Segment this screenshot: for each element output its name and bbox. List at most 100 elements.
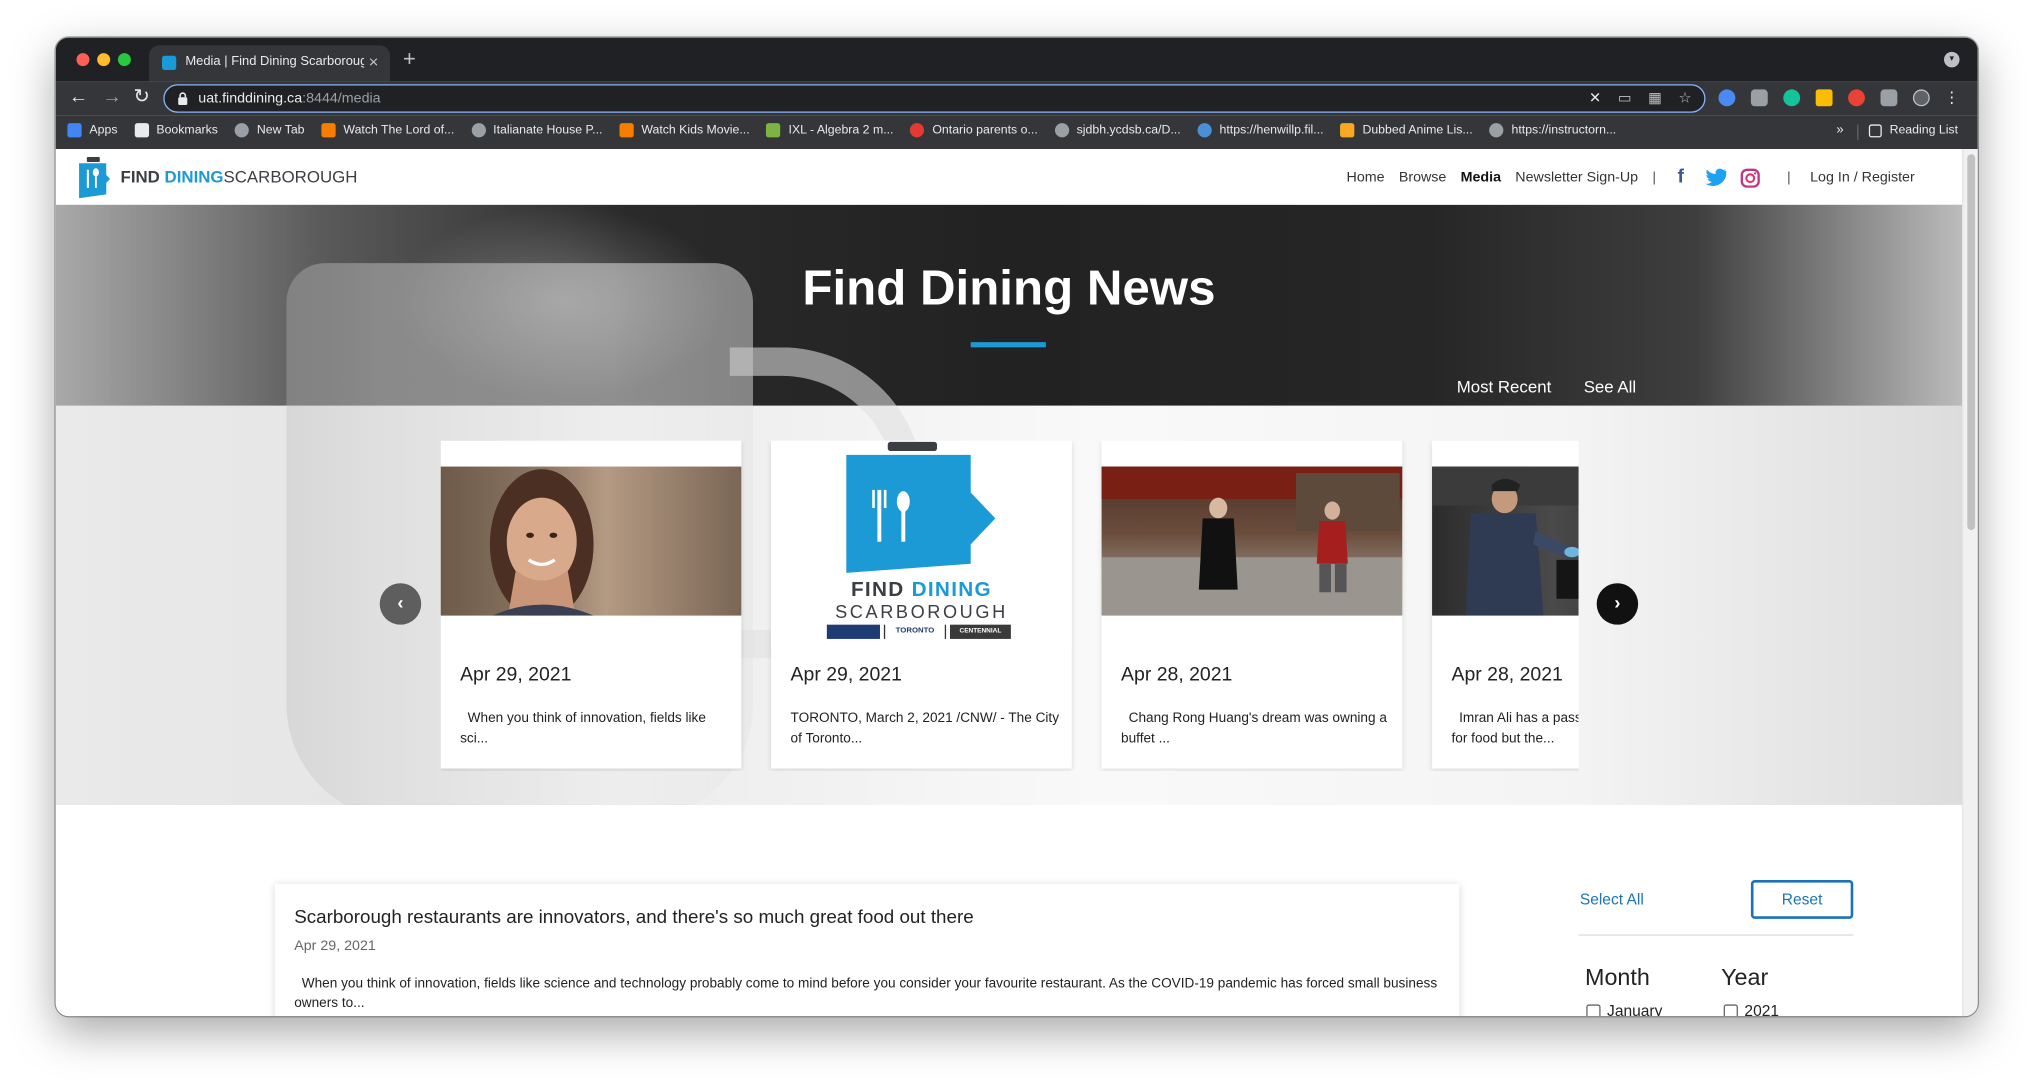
card-image (1432, 466, 1579, 616)
scrollbar-thumb[interactable] (1967, 154, 1976, 531)
carousel-prev-button[interactable]: ‹ (379, 583, 422, 625)
article-card[interactable]: Scarborough restaurants are innovators, … (274, 883, 1460, 1017)
site-logo-text[interactable]: FIND DININGSCARBOROUGH (121, 167, 358, 186)
month-january-checkbox[interactable] (1586, 1004, 1601, 1017)
logo-line-1: FIND DINING (771, 579, 1072, 602)
news-card[interactable]: Apr 28, 2021 Chang Rong Huang's dream wa… (1101, 440, 1403, 769)
address-bar[interactable]: uat.finddining.ca:8444/media ✕ ▭ ▦ ☆ (163, 84, 1706, 113)
site-header: FIND DININGSCARBOROUGH Home Browse Media… (55, 149, 1963, 205)
omnibox-actions: ✕ ▭ ▦ ☆ (1589, 89, 1691, 110)
year-2021-checkbox[interactable] (1723, 1004, 1738, 1017)
bookmark-item[interactable]: Apps (67, 123, 117, 138)
restaurant-owners-photo (1101, 466, 1403, 616)
nav-home[interactable]: Home (1347, 170, 1385, 186)
portrait-photo (489, 469, 594, 616)
bookmark-item[interactable]: Watch Kids Movie... (619, 123, 750, 138)
bookmark-label: Dubbed Anime Lis... (1362, 123, 1473, 138)
bookmark-item[interactable]: Bookmarks (134, 123, 218, 138)
bookmark-item[interactable]: Ontario parents o... (910, 123, 1038, 138)
select-all-link[interactable]: Select All (1580, 890, 1644, 908)
tab-strip: Media | Find Dining Scarborough × + ▾ (55, 37, 1978, 82)
news-card[interactable]: Apr 29, 2021 When you think of innovatio… (440, 440, 742, 769)
bookmark-item[interactable]: Italianate House P... (471, 123, 603, 138)
logo-dining: DINING (164, 167, 224, 187)
browser-menu-icon[interactable]: ⋮ (1944, 89, 1960, 105)
most-recent-link[interactable]: Most Recent (1457, 377, 1552, 396)
cast-icon[interactable]: ▭ (1618, 89, 1631, 110)
news-card[interactable]: Apr 28, 2021 Imran Ali has a passion for… (1432, 440, 1579, 769)
nav-media[interactable]: Media (1461, 170, 1501, 186)
see-all-link[interactable]: See All (1584, 377, 1636, 396)
nav-browse[interactable]: Browse (1399, 170, 1447, 186)
extension-search-icon[interactable] (1718, 89, 1736, 107)
back-button[interactable]: ← (69, 86, 88, 109)
extension-grammarly-icon[interactable] (1783, 89, 1801, 107)
card-date: Apr 28, 2021 (1121, 663, 1233, 686)
browser-window: Media | Find Dining Scarborough × + ▾ ← … (55, 37, 1978, 1017)
hero-banner: Find Dining News Most Recent See All ‹ › (55, 204, 1963, 805)
active-tab[interactable]: Media | Find Dining Scarborough × (149, 45, 391, 82)
globe-icon (1054, 123, 1069, 138)
globe-icon (471, 123, 486, 138)
close-window-button[interactable] (76, 53, 90, 67)
article-title[interactable]: Scarborough restaurants are innovators, … (294, 907, 973, 928)
extensions-puzzle-icon[interactable] (1880, 89, 1898, 107)
lock-icon (178, 92, 188, 105)
bookmark-item[interactable]: Dubbed Anime Lis... (1340, 123, 1473, 138)
facebook-icon[interactable]: f (1670, 167, 1691, 188)
bookmark-item[interactable]: IXL - Algebra 2 m... (766, 123, 893, 138)
bookmark-item[interactable]: Watch The Lord of... (321, 123, 454, 138)
year-heading: Year (1721, 964, 1769, 991)
card-excerpt: Imran Ali has a passion for food but the… (1451, 710, 1579, 747)
page-title: Find Dining News (802, 261, 1216, 317)
profile-avatar[interactable] (1912, 89, 1930, 107)
bookmarks-divider (1857, 124, 1859, 140)
reading-list-label: Reading List (1889, 123, 1959, 138)
bookmark-label: Italianate House P... (493, 123, 603, 138)
new-tab-button[interactable]: + (403, 47, 416, 73)
extensions-bar (1718, 89, 1930, 107)
nav-login-register[interactable]: Log In / Register (1810, 170, 1915, 186)
reload-button[interactable]: ↻ (133, 86, 149, 109)
find-dining-logo-icon[interactable] (76, 156, 111, 199)
folder-icon (1340, 123, 1355, 138)
carousel-next-button[interactable]: › (1596, 583, 1639, 625)
nav-newsletter[interactable]: Newsletter Sign-Up (1515, 170, 1638, 186)
extension-camera-icon[interactable] (1750, 89, 1768, 107)
page-viewport: FIND DININGSCARBOROUGH Home Browse Media… (55, 149, 1978, 1017)
more-bookmarks-icon[interactable]: » (1836, 123, 1843, 137)
tab-search-icon[interactable]: ▾ (1944, 51, 1960, 68)
twitter-icon[interactable] (1705, 168, 1727, 186)
tab-close-icon[interactable]: × (369, 52, 379, 71)
main-nav: Home Browse Media Newsletter Sign-Up | f… (1347, 167, 1915, 188)
logo-dining-text: DINING (911, 579, 992, 602)
partner-centennial-logo: CENTENNIAL (949, 624, 1011, 639)
bookmark-item[interactable]: sjdbh.ycdsb.ca/D... (1054, 123, 1181, 138)
bookmark-label: https://henwillp.fil... (1219, 123, 1324, 138)
url-host: uat.finddining.ca (198, 90, 303, 107)
extension-drive-icon[interactable] (1815, 89, 1833, 107)
reading-list-button[interactable]: Reading List (1868, 123, 1959, 138)
minimize-window-button[interactable] (97, 53, 111, 67)
bookmark-label: Watch Kids Movie... (641, 123, 750, 138)
filter-panel: Select All Reset Month Year January 2021 (1578, 879, 1858, 1017)
browser-toolbar: ← → ↻ uat.finddining.ca:8444/media ✕ ▭ ▦… (55, 81, 1978, 116)
instagram-icon[interactable] (1740, 167, 1760, 188)
qr-code-icon[interactable]: ▦ (1648, 89, 1661, 110)
blocked-popup-icon[interactable]: ✕ (1589, 89, 1601, 110)
url-text: uat.finddining.ca:8444/media (198, 91, 380, 107)
extension-chrome-icon[interactable] (1848, 89, 1865, 107)
bookmarks-bar: Apps Bookmarks New Tab Watch The Lord of...… (55, 115, 1978, 150)
bookmark-label: https://instructorn... (1511, 123, 1617, 138)
bookmark-item[interactable]: https://henwillp.fil... (1197, 123, 1324, 138)
month-january-label: January (1607, 1001, 1663, 1017)
news-card[interactable]: FIND DINING SCARBOROUGH TORONTO CENTENNI… (771, 440, 1072, 769)
card-excerpt: When you think of innovation, fields lik… (460, 710, 710, 747)
bookmark-item[interactable]: New Tab (234, 123, 305, 138)
page-scrollbar[interactable] (1962, 149, 1978, 1017)
forward-button[interactable]: → (102, 86, 121, 109)
reset-button[interactable]: Reset (1750, 879, 1854, 919)
bookmark-star-icon[interactable]: ☆ (1678, 89, 1691, 110)
bookmark-item[interactable]: https://instructorn... (1489, 123, 1617, 138)
maximize-window-button[interactable] (117, 53, 131, 67)
